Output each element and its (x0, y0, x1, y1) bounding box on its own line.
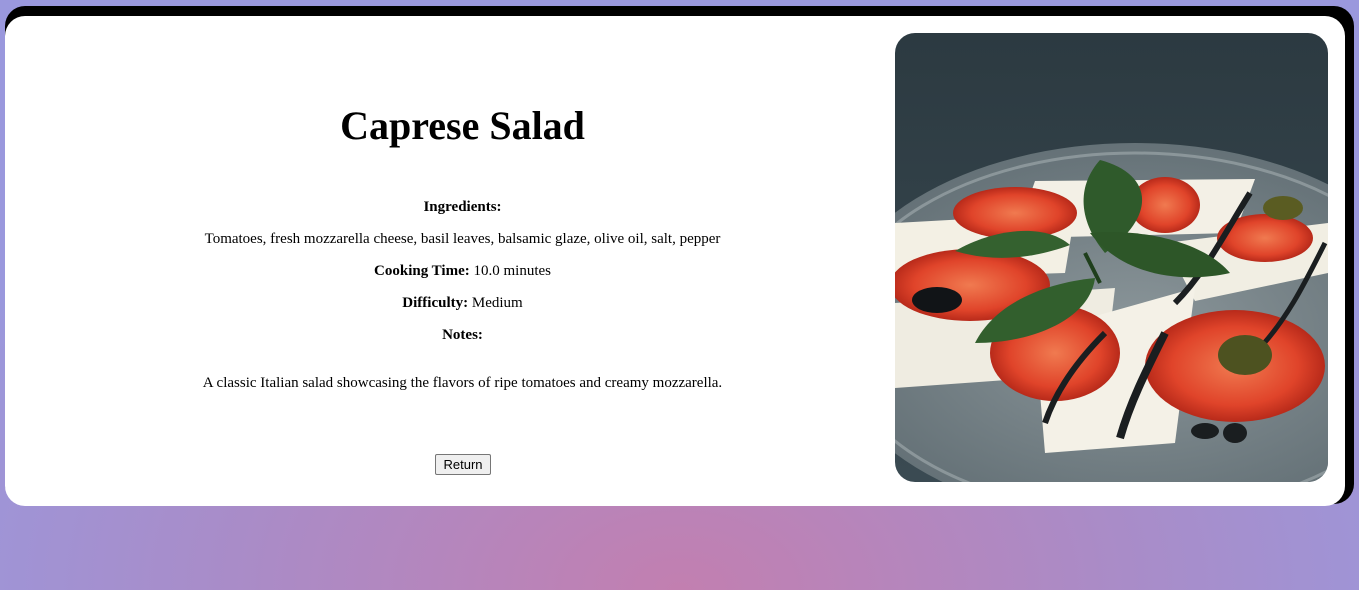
difficulty: Difficulty: Medium (5, 295, 920, 312)
ingredients-heading: Ingredients: (5, 199, 920, 216)
recipe-card: Caprese Salad Ingredients: Tomatoes, fre… (5, 16, 1345, 506)
notes-label: Notes: (442, 327, 483, 343)
recipe-title: Caprese Salad (340, 103, 585, 148)
cooking-time-value: 10.0 minutes (473, 263, 551, 279)
notes-text: A classic Italian salad showcasing the f… (202, 375, 723, 391)
difficulty-value: Medium (471, 295, 523, 311)
return-button[interactable]: Return (435, 454, 491, 475)
caprese-salad-photo (895, 33, 1328, 482)
recipe-details: Caprese Salad Ingredients: Tomatoes, fre… (5, 16, 920, 506)
notes-heading: Notes: (5, 327, 920, 344)
ingredients-text: Tomatoes, fresh mozzarella cheese, basil… (204, 231, 721, 247)
cooking-time: Cooking Time: 10.0 minutes (5, 263, 920, 280)
cooking-time-label: Cooking Time: (374, 263, 470, 279)
difficulty-label: Difficulty: (402, 295, 469, 311)
ingredients-label: Ingredients: (423, 199, 502, 215)
